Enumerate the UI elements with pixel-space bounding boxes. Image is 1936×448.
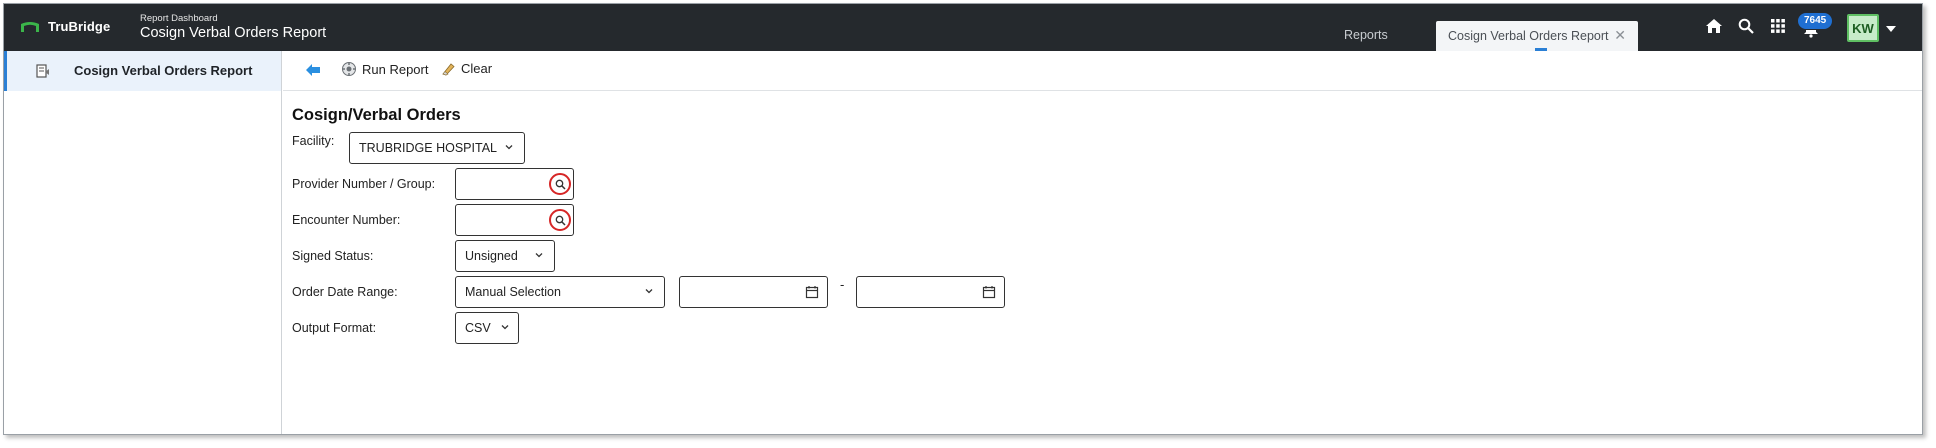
order-date-range-select[interactable]: Manual Selection xyxy=(455,276,665,308)
sidebar-item-label: Cosign Verbal Orders Report xyxy=(74,63,253,78)
provider-lookup-button[interactable] xyxy=(549,173,571,195)
notifications-button[interactable]: 7645 xyxy=(1797,12,1834,38)
breadcrumb-parent[interactable]: Report Dashboard xyxy=(140,13,326,24)
facility-label: Facility: xyxy=(292,134,335,148)
date-range-separator: - xyxy=(840,277,845,292)
encounter-lookup-button[interactable] xyxy=(549,209,571,231)
page-title: Cosign Verbal Orders Report xyxy=(140,25,327,41)
avatar[interactable]: KW xyxy=(1847,14,1879,42)
order-date-range-value: Manual Selection xyxy=(465,285,561,299)
toolbar: Run Report Clear xyxy=(283,51,1922,91)
brand-name: TruBridge xyxy=(48,19,111,34)
order-date-range-label: Order Date Range: xyxy=(292,285,398,299)
report-icon xyxy=(36,64,49,78)
encounter-label: Encounter Number: xyxy=(292,213,401,227)
home-icon[interactable] xyxy=(1704,16,1724,36)
app-window: TruBridge Report Dashboard Cosign Verbal… xyxy=(3,3,1923,435)
output-format-value: CSV xyxy=(465,321,491,335)
clear-button[interactable]: Clear xyxy=(441,61,492,76)
user-menu-caret-icon[interactable] xyxy=(1886,26,1896,32)
back-arrow-icon[interactable] xyxy=(305,63,321,77)
chevron-down-icon xyxy=(645,289,653,294)
brand[interactable]: TruBridge xyxy=(20,19,110,34)
form-title: Cosign/Verbal Orders xyxy=(292,106,461,124)
start-date-input[interactable] xyxy=(679,276,828,308)
tab-reports[interactable]: Reports xyxy=(1344,28,1388,42)
chevron-down-icon xyxy=(535,253,543,258)
calendar-icon[interactable] xyxy=(982,285,996,299)
close-tab-icon[interactable]: ✕ xyxy=(1614,28,1626,42)
calendar-icon[interactable] xyxy=(805,285,819,299)
encounter-number-input[interactable] xyxy=(455,204,574,236)
trubridge-logo-icon xyxy=(21,21,39,32)
tab-cosign-verbal-orders-report[interactable]: Cosign Verbal Orders Report ✕ xyxy=(1436,21,1638,51)
run-report-label: Run Report xyxy=(362,61,429,77)
top-bar: TruBridge Report Dashboard Cosign Verbal… xyxy=(4,4,1922,51)
run-report-button[interactable]: Run Report xyxy=(341,61,428,77)
provider-number-input[interactable] xyxy=(455,168,574,200)
signed-status-value: Unsigned xyxy=(465,249,518,263)
apps-grid-icon[interactable] xyxy=(1768,16,1788,36)
sidebar-item-cosign-verbal-orders-report[interactable]: Cosign Verbal Orders Report xyxy=(4,51,281,91)
chevron-down-icon xyxy=(501,325,509,330)
notification-count-badge: 7645 xyxy=(1797,12,1834,30)
output-format-select[interactable]: CSV xyxy=(455,312,519,344)
top-icons: 7645 xyxy=(1704,12,1834,38)
breadcrumb: Report Dashboard Cosign Verbal Orders Re… xyxy=(140,13,326,42)
signed-status-label: Signed Status: xyxy=(292,249,374,263)
eraser-icon xyxy=(442,63,455,76)
run-report-icon xyxy=(342,62,356,76)
tab-label: Cosign Verbal Orders Report xyxy=(1448,29,1609,43)
clear-label: Clear xyxy=(461,61,493,76)
sidebar: Cosign Verbal Orders Report xyxy=(4,51,282,434)
search-icon xyxy=(555,179,566,190)
chevron-down-icon xyxy=(505,145,513,150)
facility-select[interactable]: TRUBRIDGE HOSPITAL xyxy=(349,132,525,164)
provider-label: Provider Number / Group: xyxy=(292,177,436,191)
signed-status-select[interactable]: Unsigned xyxy=(455,240,555,272)
output-format-label: Output Format: xyxy=(292,321,377,335)
end-date-input[interactable] xyxy=(856,276,1005,308)
facility-value: TRUBRIDGE HOSPITAL xyxy=(359,141,497,155)
search-icon xyxy=(555,215,566,226)
search-icon[interactable] xyxy=(1736,16,1756,36)
